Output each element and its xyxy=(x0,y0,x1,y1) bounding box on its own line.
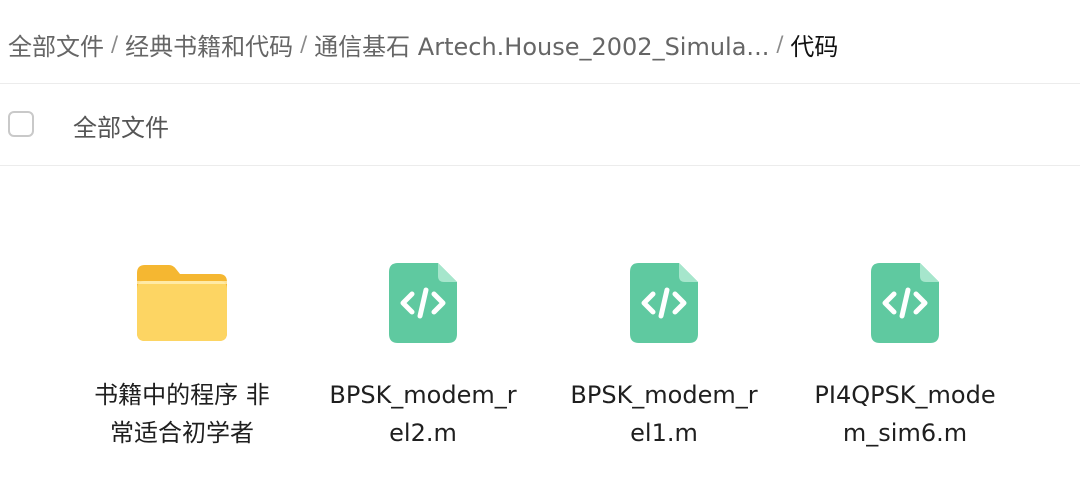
breadcrumb-item-classic-books[interactable]: 经典书籍和代码 xyxy=(125,27,293,62)
file-name: PI4QPSK_modem_sim6.m xyxy=(814,381,996,447)
file-item-code[interactable]: PI4QPSK_modem_sim6.m xyxy=(805,258,1005,452)
file-item-code[interactable]: BPSK_modem_rel2.m xyxy=(323,258,523,452)
file-item-folder[interactable]: 书籍中的程序 非常适合初学者 xyxy=(82,258,282,452)
breadcrumb-item-current: 代码 xyxy=(790,32,839,61)
breadcrumb-separator: / xyxy=(300,32,308,56)
file-grid: 书籍中的程序 非常适合初学者 BPSK_modem_rel2.m BPSK_mo xyxy=(0,166,1080,485)
breadcrumb-item-all-files[interactable]: 全部文件 xyxy=(8,27,104,62)
breadcrumb-item-comm-folder[interactable]: 通信基石 Artech.House_2002_Simula... xyxy=(314,27,769,62)
file-name: 书籍中的程序 非常适合初学者 xyxy=(94,381,270,447)
breadcrumb: 全部文件 / 经典书籍和代码 / 通信基石 Artech.House_2002_… xyxy=(8,24,838,64)
code-file-icon xyxy=(614,258,714,348)
file-name: BPSK_modem_rel2.m xyxy=(329,381,517,447)
code-file-icon xyxy=(855,258,955,348)
select-all-row: 全部文件 xyxy=(0,84,1080,165)
file-name: BPSK_modem_rel1.m xyxy=(570,381,758,447)
breadcrumb-separator: / xyxy=(111,32,119,56)
code-file-icon xyxy=(373,258,473,348)
breadcrumb-separator: / xyxy=(776,32,784,56)
select-all-label: 全部文件 xyxy=(73,114,169,142)
file-item-code[interactable]: BPSK_modem_rel1.m xyxy=(564,258,764,452)
folder-icon xyxy=(132,258,232,348)
select-all-checkbox[interactable] xyxy=(8,111,34,137)
